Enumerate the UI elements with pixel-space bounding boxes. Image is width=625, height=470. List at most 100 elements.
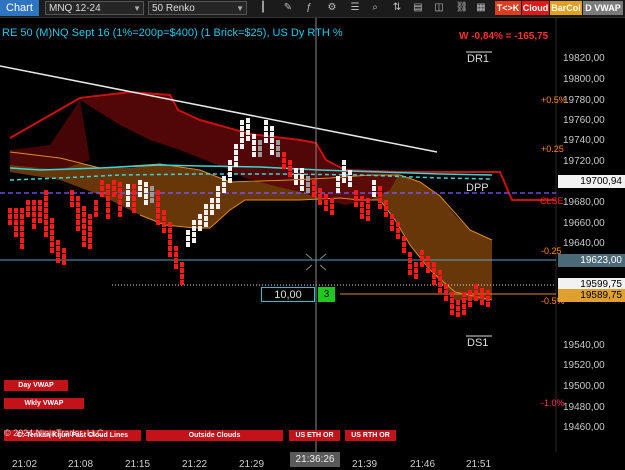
renko-brick: [414, 268, 418, 273]
renko-brick: [62, 260, 66, 265]
renko-brick: [432, 280, 436, 285]
renko-brick: [438, 288, 442, 293]
renko-brick: [462, 298, 466, 303]
renko-brick: [336, 176, 340, 181]
renko-brick: [20, 238, 24, 243]
us-rth-or-button[interactable]: US RTH OR: [345, 430, 396, 441]
renko-brick: [324, 200, 328, 205]
renko-brick: [118, 212, 122, 217]
renko-brick: [342, 172, 346, 177]
renko-brick: [44, 214, 48, 219]
renko-brick: [378, 186, 382, 191]
renko-brick: [76, 196, 80, 201]
renko-brick: [88, 226, 92, 231]
renko-brick: [474, 296, 478, 301]
renko-brick: [106, 214, 110, 219]
renko-brick: [192, 232, 196, 237]
renko-brick: [180, 268, 184, 273]
us-eth-or-button[interactable]: US ETH OR: [289, 430, 340, 441]
renko-brick: [474, 290, 478, 295]
renko-brick: [288, 172, 292, 177]
renko-brick: [462, 304, 466, 309]
pct-level-label: CLSE: [540, 196, 564, 206]
renko-brick: [240, 120, 244, 125]
renko-brick: [450, 298, 454, 303]
renko-brick: [50, 242, 54, 247]
renko-brick: [8, 214, 12, 219]
price-axis-label: 19480,00: [563, 402, 605, 413]
renko-brick: [192, 226, 196, 231]
renko-brick: [180, 274, 184, 279]
renko-brick: [246, 130, 250, 135]
renko-brick: [20, 214, 24, 219]
renko-brick: [258, 140, 262, 145]
renko-brick: [162, 210, 166, 215]
renko-brick: [88, 232, 92, 237]
renko-brick: [360, 208, 364, 213]
time-axis-label: 21:15: [125, 459, 151, 470]
chart-canvas[interactable]: [0, 0, 625, 467]
renko-brick: [132, 202, 136, 207]
renko-brick: [76, 220, 80, 225]
weekly-vwap-button[interactable]: Wkly VWAP: [4, 398, 84, 409]
renko-brick: [444, 290, 448, 295]
renko-brick: [112, 180, 116, 185]
pct-level-label: -1.0%: [541, 398, 565, 408]
renko-brick: [486, 296, 490, 301]
time-axis-label: 21:29: [239, 459, 265, 470]
weekly-change-stat: W -0,84% = -165,75: [459, 31, 549, 42]
renko-brick: [228, 160, 232, 165]
renko-brick: [450, 292, 454, 297]
outside-clouds-button[interactable]: Outside Clouds: [146, 430, 283, 441]
time-axis-label: 21:08: [68, 459, 94, 470]
renko-brick: [468, 296, 472, 301]
renko-brick: [168, 240, 172, 245]
renko-brick: [240, 138, 244, 143]
renko-brick: [44, 220, 48, 225]
dpp-label: DPP: [466, 182, 489, 194]
renko-brick: [228, 172, 232, 177]
renko-brick: [138, 180, 142, 185]
renko-brick: [88, 244, 92, 249]
renko-brick: [384, 212, 388, 217]
renko-brick: [88, 214, 92, 219]
renko-brick: [126, 184, 130, 189]
renko-brick: [366, 216, 370, 221]
renko-brick: [318, 188, 322, 193]
renko-brick: [126, 196, 130, 201]
renko-brick: [100, 186, 104, 191]
renko-brick: [44, 196, 48, 201]
orange-level-price-box: 19589,75: [558, 289, 625, 302]
renko-brick: [480, 300, 484, 305]
renko-brick: [234, 156, 238, 161]
renko-brick: [420, 262, 424, 267]
renko-brick: [156, 220, 160, 225]
renko-brick: [38, 200, 42, 205]
renko-brick: [210, 210, 214, 215]
renko-brick: [174, 264, 178, 269]
renko-brick: [318, 200, 322, 205]
renko-brick: [288, 166, 292, 171]
renko-brick: [82, 230, 86, 235]
renko-brick: [252, 140, 256, 145]
renko-brick: [204, 210, 208, 215]
renko-brick: [234, 144, 238, 149]
renko-brick: [132, 208, 136, 213]
renko-brick: [76, 226, 80, 231]
renko-brick: [32, 224, 36, 229]
renko-brick: [106, 184, 110, 189]
renko-brick: [76, 214, 80, 219]
renko-brick: [82, 218, 86, 223]
renko-brick: [480, 294, 484, 299]
renko-brick: [118, 200, 122, 205]
renko-brick: [456, 306, 460, 311]
renko-brick: [82, 224, 86, 229]
renko-brick: [162, 216, 166, 221]
renko-brick: [408, 252, 412, 257]
renko-brick: [408, 258, 412, 263]
price-axis-label: 19760,00: [563, 115, 605, 126]
renko-brick: [270, 132, 274, 137]
renko-brick: [106, 190, 110, 195]
renko-brick: [426, 256, 430, 261]
day-vwap-button[interactable]: Day VWAP: [4, 380, 68, 391]
